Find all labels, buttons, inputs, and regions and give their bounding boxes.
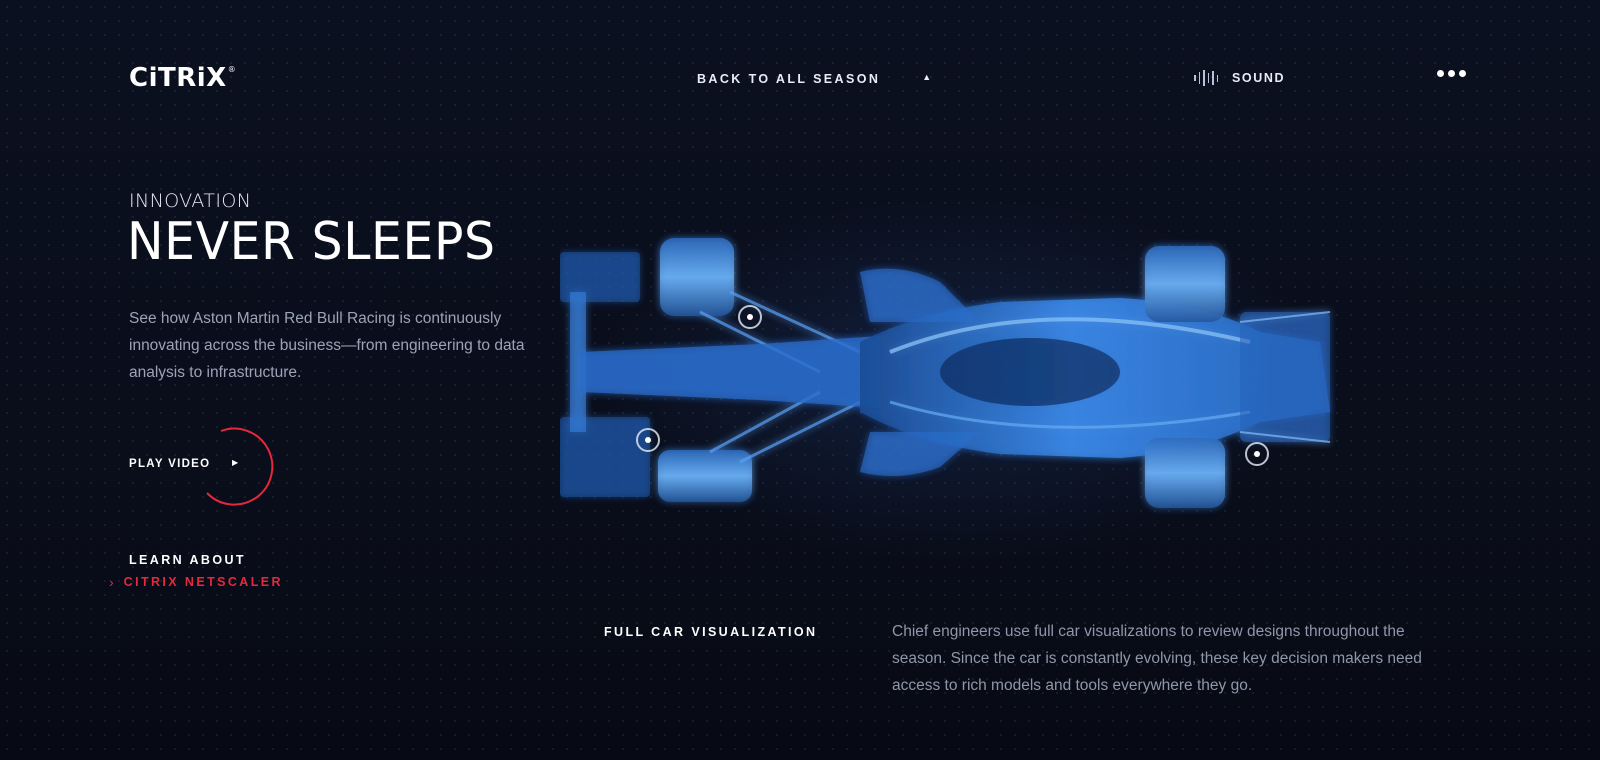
learn-about-label: LEARN ABOUT (129, 553, 246, 567)
section-body: Chief engineers use full car visualizati… (892, 623, 1422, 694)
hotspot-rear-left[interactable] (1245, 442, 1269, 466)
citrix-logo[interactable]: CiTRiX® (129, 63, 236, 93)
triangle-up-icon: ▲ (922, 72, 932, 82)
chevron-right-icon: › (109, 574, 114, 590)
hotspot-front-right[interactable] (738, 305, 762, 329)
section-title: FULL CAR VISUALIZATION (604, 625, 818, 639)
sound-bars-icon (1194, 70, 1218, 86)
page-title: NEVER SLEEPS (127, 212, 496, 272)
logo-wordmark: CiTRiX (129, 63, 227, 93)
back-to-all-season-link[interactable]: BACK TO ALL SEASON ▲ (697, 72, 931, 86)
play-icon: ▶ (232, 458, 239, 467)
sound-label: SOUND (1232, 71, 1286, 85)
play-video-button[interactable]: PLAY VIDEO ▶ (129, 423, 279, 507)
hero-intro: See how Aston Martin Red Bull Racing is … (129, 310, 525, 381)
hero-eyebrow: INNOVATION (129, 190, 252, 212)
back-label: BACK TO ALL SEASON (697, 72, 881, 86)
learn-link-label: CITRIX NETSCALER (123, 575, 283, 589)
hotspot-front-wing[interactable] (636, 428, 660, 452)
f1-car-visualization (560, 238, 1331, 508)
citrix-netscaler-link[interactable]: › CITRIX NETSCALER (109, 574, 283, 590)
sound-toggle[interactable]: SOUND (1194, 70, 1285, 86)
logo-registered-mark: ® (227, 65, 237, 74)
more-dots-icon[interactable] (1437, 66, 1466, 81)
